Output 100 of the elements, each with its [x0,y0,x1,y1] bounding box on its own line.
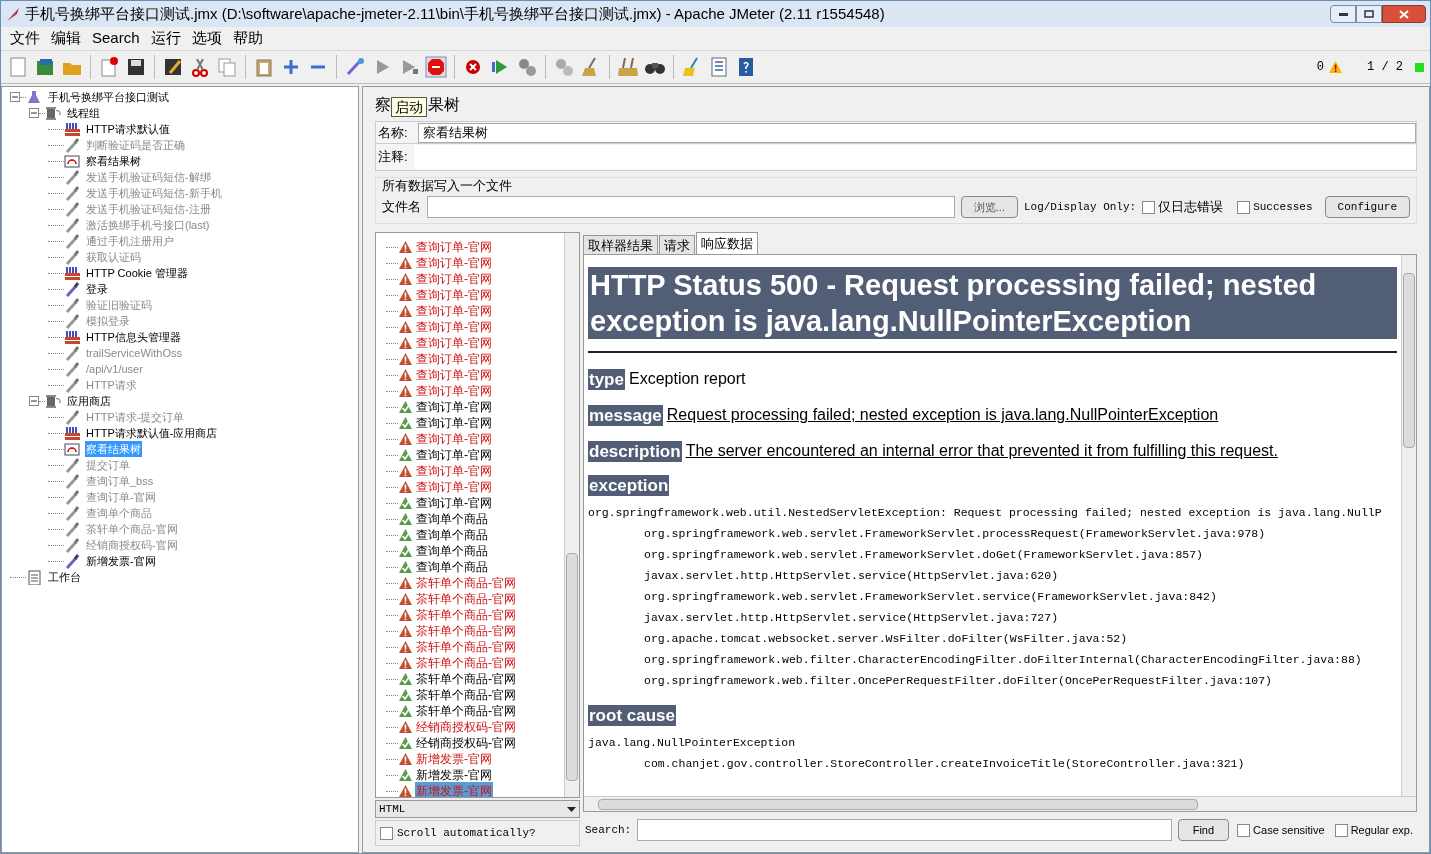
result-item[interactable]: 茶轩单个商品-官网 [415,590,517,608]
result-item[interactable]: 查询订单-官网 [415,414,493,432]
result-item[interactable]: 茶轩单个商品-官网 [415,686,517,704]
result-item[interactable]: 查询订单-官网 [415,398,493,416]
close-button[interactable] [1382,5,1426,23]
tree-item[interactable]: 提交订单 [85,456,131,474]
result-item[interactable]: 茶轩单个商品-官网 [415,574,517,592]
result-item[interactable]: 查询订单-官网 [415,302,493,320]
filename-field[interactable] [427,196,955,218]
tree-item[interactable]: 查询订单_bss [85,472,155,490]
result-item[interactable]: 查询订单-官网 [415,254,493,272]
cut-icon[interactable] [189,56,211,78]
tree-item[interactable]: HTTP Cookie 管理器 [85,264,189,282]
find-button[interactable]: Find [1177,819,1230,841]
tree-item[interactable]: 判断验证码是否正确 [85,136,186,154]
menu-item[interactable]: Search [91,27,141,50]
search-field[interactable] [637,819,1172,841]
result-item[interactable]: 茶轩单个商品-官网 [415,638,517,656]
maximize-button[interactable] [1356,5,1382,23]
tree-item[interactable]: 工作台 [47,568,82,586]
collapse-icon[interactable] [10,92,20,102]
copy-icon[interactable] [216,56,238,78]
renderer-dropdown[interactable]: HTML [375,800,580,818]
menu-item[interactable]: 编辑 [50,27,82,50]
result-item[interactable]: 查询订单-官网 [415,350,493,368]
result-item[interactable]: 茶轩单个商品-官网 [415,622,517,640]
result-item[interactable]: 新增发票-官网 [415,750,493,768]
collapse-icon[interactable] [29,396,39,406]
tab[interactable]: 响应数据 [696,232,758,254]
tree-item[interactable]: 发送手机验证码短信-注册 [85,200,212,218]
tab[interactable]: 请求 [659,235,695,254]
configure-button[interactable]: Configure [1324,196,1410,218]
tree-item[interactable]: 模拟登录 [85,312,131,330]
tree-item[interactable]: 激活换绑手机号接口(last) [85,216,211,234]
tree-item[interactable]: 发送手机验证码短信-新手机 [85,184,223,202]
tree-item[interactable]: 登录 [85,280,109,298]
tree-item[interactable]: HTTP请求 [85,376,138,394]
result-item[interactable]: 茶轩单个商品-官网 [415,654,517,672]
tree-item[interactable]: 验证旧验证码 [85,296,153,314]
result-item[interactable]: 查询订单-官网 [415,318,493,336]
checkbox[interactable] [1237,200,1251,214]
save-icon[interactable] [125,56,147,78]
tree-item[interactable]: HTTP请求-提交订单 [85,408,186,426]
result-item[interactable]: 查询订单-官网 [415,430,493,448]
tree-item[interactable]: 经销商授权码-官网 [85,536,179,554]
menu-item[interactable]: 选项 [190,27,223,50]
checkbox[interactable] [1334,823,1348,837]
stop-icon[interactable] [425,56,447,78]
result-item[interactable]: 查询订单-官网 [415,446,493,464]
document-icon[interactable] [7,56,29,78]
result-item[interactable]: 茶轩单个商品-官网 [415,670,517,688]
tree-item[interactable]: 手机号换绑平台接口测试 [47,88,170,106]
brooms-icon[interactable] [617,56,639,78]
tree-item[interactable]: 察看结果树 [85,152,142,170]
result-item[interactable]: 查询订单-官网 [415,270,493,288]
tree-item[interactable]: 查询订单-官网 [85,488,157,506]
paste-icon[interactable] [253,56,275,78]
tree-item[interactable]: 获取认证码 [85,248,142,266]
save-as-icon[interactable] [162,56,184,78]
tree-item[interactable]: /api/v1/user [85,360,144,378]
result-item[interactable]: 查询订单-官网 [415,382,493,400]
vertical-scrollbar[interactable] [1401,255,1416,796]
result-item[interactable]: 查询订单-官网 [415,462,493,480]
result-item[interactable]: 查询订单-官网 [415,478,493,496]
result-item[interactable]: 查询单个商品 [415,510,489,528]
tree-item[interactable]: HTTP请求默认值 [85,120,171,138]
tree-item[interactable]: 察看结果树 [85,440,142,458]
result-item[interactable]: 茶轩单个商品-官网 [415,702,517,720]
tree-item[interactable]: HTTP请求默认值-应用商店 [85,424,219,442]
browse-button[interactable]: 浏览... [960,196,1018,218]
tree-item[interactable]: 查询单个商品 [85,504,153,522]
result-item[interactable]: 茶轩单个商品-官网 [415,606,517,624]
list-icon[interactable] [708,56,730,78]
result-item[interactable]: 查询订单-官网 [415,286,493,304]
tree-item[interactable]: trailServiceWithOss [85,344,183,362]
collapse-icon[interactable] [29,108,39,118]
tab[interactable]: 取样器结果 [583,235,658,254]
tree-item[interactable]: HTTP信息头管理器 [85,328,182,346]
document-close-icon[interactable] [98,56,120,78]
minimize-button[interactable] [1330,5,1356,23]
tree-item[interactable]: 通过手机注册用户 [85,232,175,250]
result-item[interactable]: 查询订单-官网 [415,366,493,384]
tree-item[interactable]: 新增发票-官网 [85,552,157,570]
menu-item[interactable]: 帮助 [231,27,264,50]
checkbox[interactable] [1142,200,1156,214]
tree-item[interactable]: 茶轩单个商品-官网 [85,520,179,538]
menu-item[interactable]: 运行 [149,27,182,50]
tree-item[interactable]: 发送手机验证码短信-解绑 [85,168,212,186]
menu-item[interactable]: 文件 [9,27,41,50]
checkbox[interactable] [1237,823,1251,837]
horizontal-scrollbar[interactable] [584,796,1416,811]
checkbox[interactable] [380,826,393,840]
result-item[interactable]: 经销商授权码-官网 [415,718,517,736]
result-item[interactable]: 查询单个商品 [415,526,489,544]
result-item[interactable]: 查询单个商品 [415,542,489,560]
name-field[interactable]: 察看结果树 [418,122,1416,143]
result-item[interactable]: 查询订单-官网 [415,238,493,256]
wand-icon[interactable] [344,56,366,78]
result-item[interactable]: 新增发票-官网 [415,766,493,784]
vertical-scrollbar[interactable] [564,233,579,797]
